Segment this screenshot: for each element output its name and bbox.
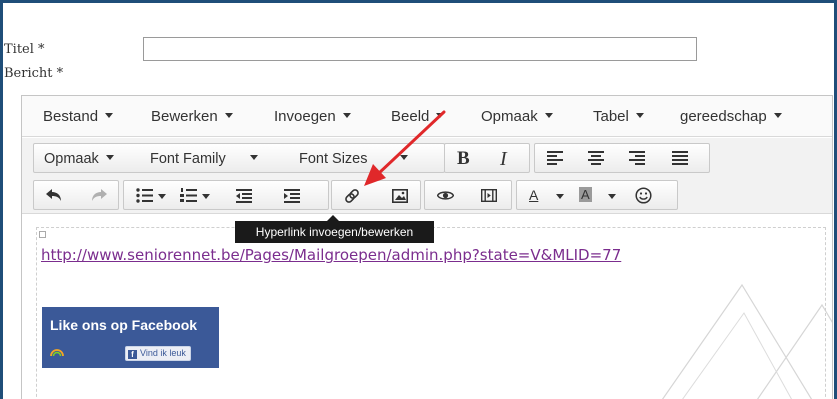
chevron-down-icon [105,113,114,118]
bold-icon[interactable]: B [457,148,470,170]
list-indent-group [123,180,329,210]
outdent-icon[interactable] [236,189,252,203]
align-right-icon[interactable] [629,151,645,165]
chevron-down-icon [635,113,644,118]
format-dropdown[interactable]: Opmaak [44,151,114,167]
italic-icon[interactable]: I [500,148,507,171]
menu-gereedschap[interactable]: gereedschap [680,108,782,125]
chevron-down-icon [158,194,166,199]
numbered-list-icon[interactable] [180,188,210,208]
chevron-down-icon [202,194,210,199]
chevron-down-icon [608,194,616,199]
align-left-icon[interactable] [547,151,563,165]
menu-bewerken[interactable]: Bewerken [151,108,233,125]
color-emoticon-group: A A [516,180,678,210]
redo-icon[interactable] [91,189,107,202]
chevron-down-icon [556,194,564,199]
indent-icon[interactable] [284,189,300,203]
image-icon[interactable] [392,189,408,203]
title-label: Titel * [4,42,45,57]
text-style-group: B I [444,143,530,173]
menu-invoegen[interactable]: Invoegen [274,108,351,125]
history-group [33,180,119,210]
chevron-down-icon [544,113,553,118]
alignment-group [534,143,710,173]
facebook-like-button[interactable]: f Vind ik leuk [125,346,191,361]
background-color-icon[interactable]: A [579,186,616,204]
media-icon[interactable] [481,189,497,202]
undo-icon[interactable] [46,189,62,202]
emoticon-icon[interactable] [635,187,652,204]
chevron-down-icon [342,113,351,118]
content-hyperlink[interactable]: http://www.seniorennet.be/Pages/Mailgroe… [41,246,621,264]
text-color-icon[interactable]: A [529,187,564,205]
menu-opmaak[interactable]: Opmaak [481,108,553,125]
rainbow-logo-icon [50,349,64,356]
align-center-icon[interactable] [588,151,604,165]
chevron-down-icon [105,155,114,160]
chevron-down-icon [773,113,782,118]
chevron-down-icon [249,155,258,160]
facebook-like-box[interactable]: Like ons op Facebook f Vind ik leuk [42,307,219,368]
message-label: Bericht * [4,66,64,81]
font-family-dropdown[interactable]: Font Family [150,151,258,167]
preview-icon[interactable] [437,190,454,201]
bullet-list-icon[interactable] [136,188,166,208]
link-icon[interactable] [344,188,360,204]
facebook-f-icon: f [128,350,137,359]
title-input[interactable] [143,37,697,61]
chevron-down-icon [224,113,233,118]
anchor-marker-icon [39,231,46,238]
menu-bestand[interactable]: Bestand [43,108,114,125]
align-justify-icon[interactable] [672,151,688,165]
menu-tabel[interactable]: Tabel [593,108,644,125]
red-annotation-arrow [364,110,446,186]
facebook-like-title: Like ons op Facebook [50,317,198,333]
link-tooltip: Hyperlink invoegen/bewerken [235,215,434,243]
